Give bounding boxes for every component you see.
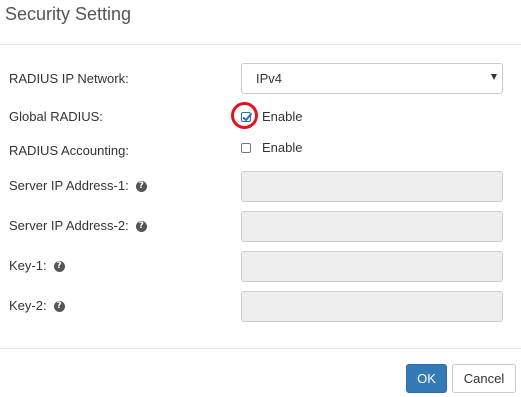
radius-ip-network-label: RADIUS IP Network: <box>9 71 129 86</box>
key-2-label: Key-2: ? <box>9 298 65 314</box>
chevron-down-icon <box>491 74 497 80</box>
security-setting-dialog: Security Setting RADIUS IP Network: IPv4… <box>0 0 521 397</box>
server-ip-address-2-label: Server IP Address-2: ? <box>9 218 147 234</box>
radius-accounting-checkbox-row[interactable]: Enable <box>241 140 302 156</box>
server-ip-address-1-label-text: Server IP Address-1: <box>9 178 129 193</box>
question-circle-icon[interactable]: ? <box>53 260 65 272</box>
ok-button[interactable]: OK <box>406 364 447 393</box>
global-radius-checkbox[interactable] <box>241 112 253 122</box>
radius-ip-network-selected-value: IPv4 <box>256 71 283 86</box>
key-2-input[interactable] <box>241 291 503 322</box>
key-1-input[interactable] <box>241 251 503 282</box>
footer-divider <box>0 348 521 349</box>
radius-ip-network-select[interactable]: IPv4 <box>241 63 503 94</box>
server-ip-address-1-label: Server IP Address-1: ? <box>9 178 147 194</box>
question-circle-icon[interactable]: ? <box>135 180 147 192</box>
key-1-label: Key-1: ? <box>9 258 65 274</box>
question-circle-icon[interactable]: ? <box>135 220 147 232</box>
key-1-label-text: Key-1: <box>9 258 47 273</box>
radius-accounting-label: RADIUS Accounting: <box>9 143 129 158</box>
header-divider <box>0 44 521 45</box>
global-radius-label: Global RADIUS: <box>9 109 103 124</box>
dialog-title: Security Setting <box>5 4 132 24</box>
global-radius-checkbox-row[interactable]: Enable <box>241 109 302 125</box>
radius-accounting-enable-label: Enable <box>262 140 303 155</box>
checkmark-icon <box>242 112 253 122</box>
server-ip-address-1-input[interactable] <box>241 171 503 202</box>
key-2-label-text: Key-2: <box>9 298 47 313</box>
global-radius-enable-label: Enable <box>262 109 303 124</box>
server-ip-address-2-label-text: Server IP Address-2: <box>9 218 129 233</box>
question-circle-icon[interactable]: ? <box>53 300 65 312</box>
radius-accounting-checkbox[interactable] <box>241 143 251 153</box>
cancel-button[interactable]: Cancel <box>452 364 516 393</box>
server-ip-address-2-input[interactable] <box>241 211 503 242</box>
